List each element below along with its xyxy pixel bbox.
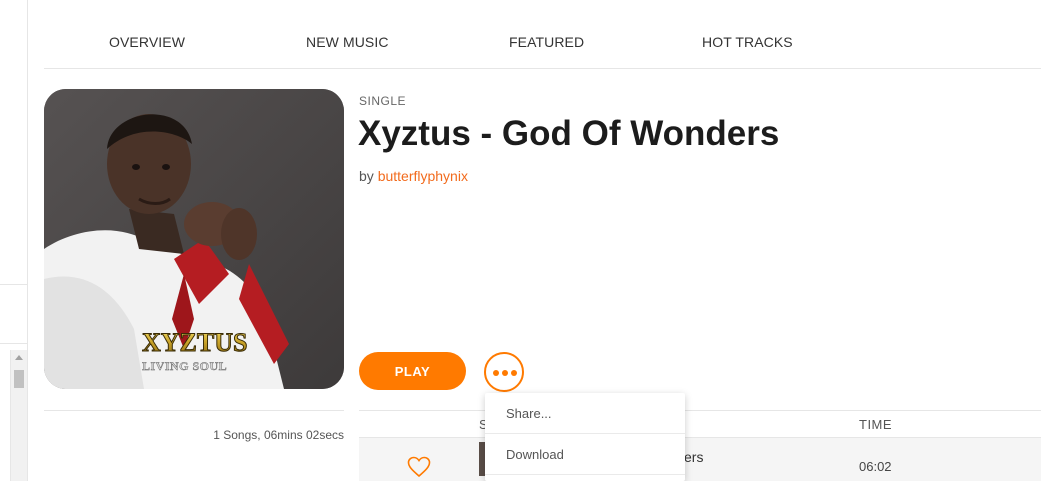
scrollbar[interactable]	[10, 350, 27, 481]
byline: by butterflyphynix	[359, 168, 468, 184]
track-time: 06:02	[859, 459, 892, 474]
menu-item-download[interactable]: Download	[485, 434, 685, 475]
svg-text:LIVING SOUL: LIVING SOUL	[142, 359, 227, 373]
release-title: Xyztus - God Of Wonders	[358, 114, 780, 153]
release-stats: 1 Songs, 06mins 02secs	[213, 428, 344, 442]
scrollbar-thumb[interactable]	[14, 370, 24, 388]
svg-text:XYZTUS: XYZTUS	[142, 328, 247, 357]
nav-featured[interactable]: FEATURED	[509, 34, 584, 50]
album-cover-art: XYZTUS LIVING SOUL	[44, 89, 344, 389]
nav-overview[interactable]: OVERVIEW	[109, 34, 185, 50]
table-row[interactable]: ers 06:02	[359, 437, 1041, 481]
left-divider	[44, 410, 344, 411]
scroll-up-arrow-icon[interactable]	[15, 355, 23, 360]
header-time: TIME	[859, 417, 893, 432]
artist-link[interactable]: butterflyphynix	[378, 168, 468, 184]
track-table-header: S TIME	[359, 410, 1041, 437]
more-dots-icon	[493, 370, 517, 376]
top-nav: OVERVIEW NEW MUSIC FEATURED HOT TRACKS	[44, 0, 1041, 69]
release-type: SINGLE	[359, 94, 407, 108]
nav-hot-tracks[interactable]: HOT TRACKS	[702, 34, 793, 50]
play-button[interactable]: PLAY	[359, 352, 466, 390]
more-options-button[interactable]	[484, 352, 524, 392]
nav-new-music[interactable]: NEW MUSIC	[306, 34, 389, 50]
track-title[interactable]: ers	[684, 449, 703, 465]
more-options-menu: Share... Download	[485, 393, 685, 481]
album-cover[interactable]: XYZTUS LIVING SOUL	[44, 89, 344, 389]
menu-item-share[interactable]: Share...	[485, 393, 685, 434]
byline-prefix: by	[359, 168, 374, 184]
sidebar-band	[0, 284, 28, 344]
heart-icon[interactable]	[407, 456, 431, 478]
